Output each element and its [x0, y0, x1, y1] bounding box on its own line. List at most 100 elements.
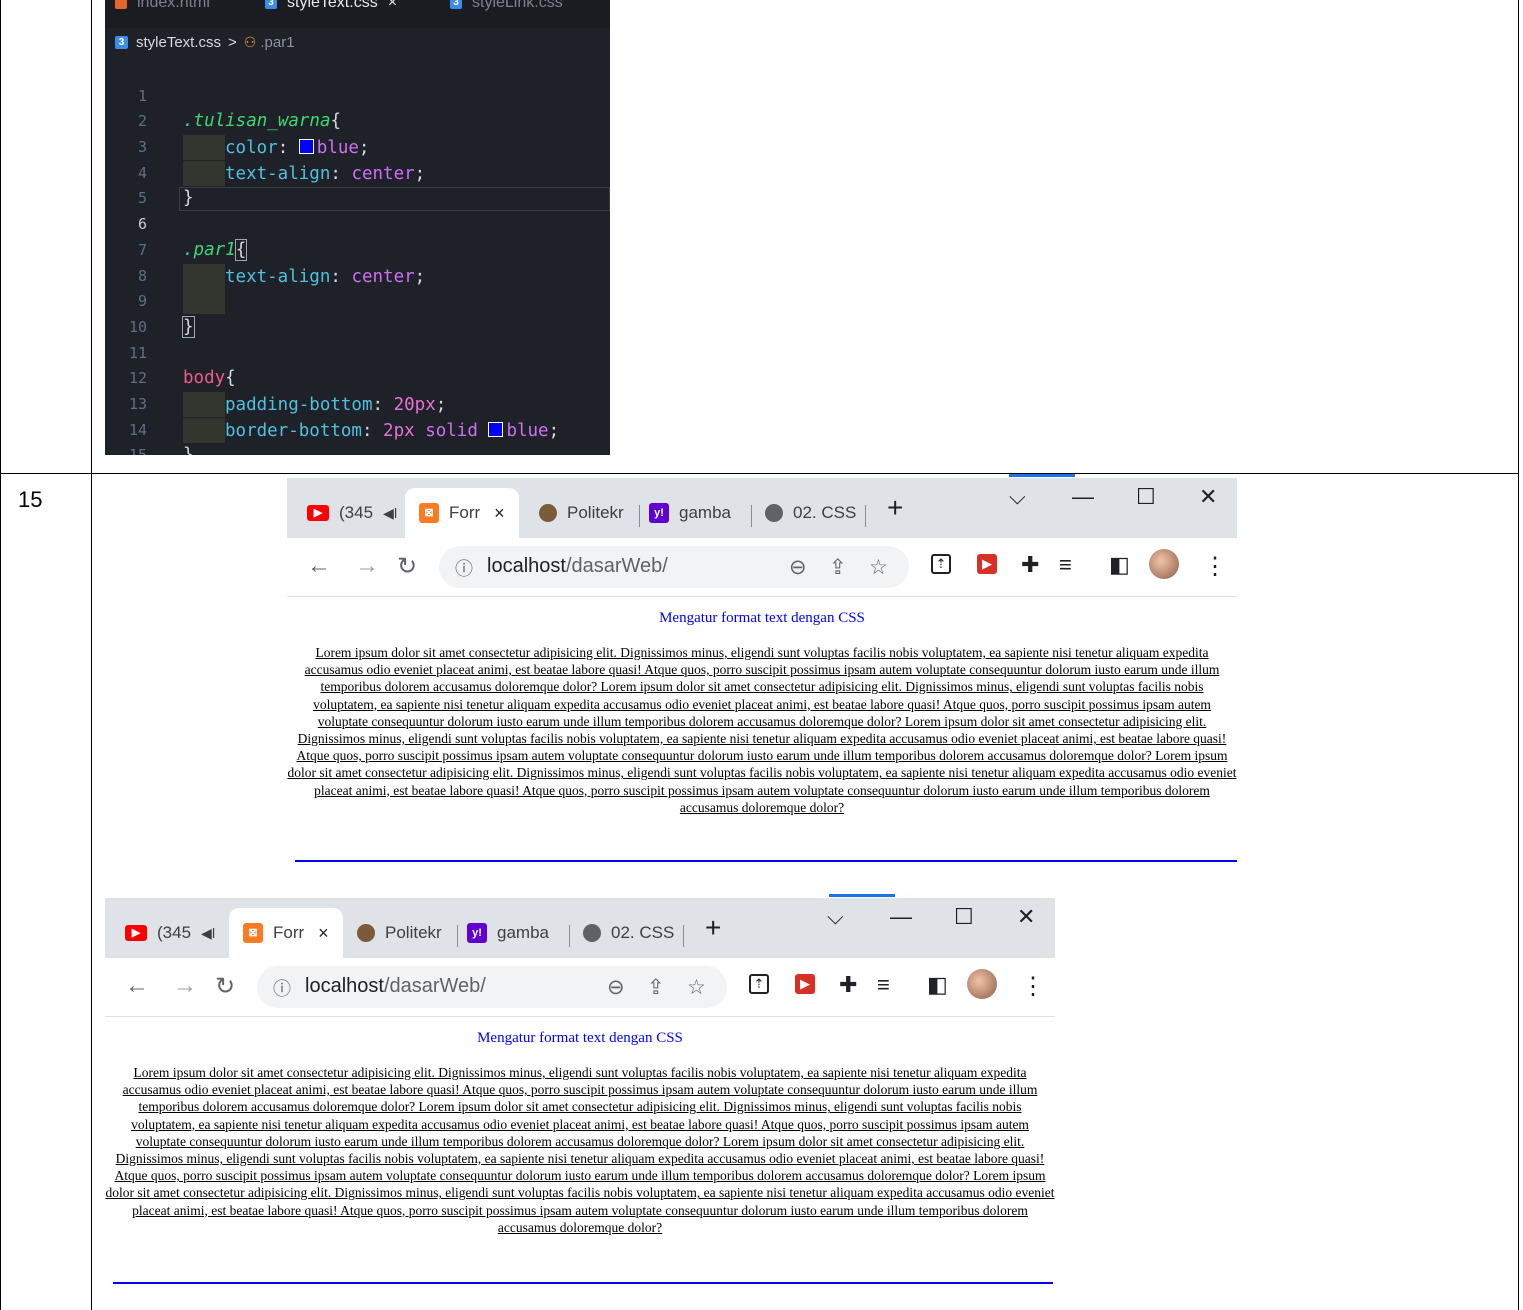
tab-xampp[interactable]: ⊠ Forr × — [229, 908, 343, 958]
code-line: 1 .tulisan_warna{ — [105, 58, 610, 132]
yahoo-icon: y! — [467, 923, 487, 943]
address-bar[interactable]: ⓘ localhost/dasarWeb/ ⊖ ⇪ ☆ — [257, 966, 727, 1008]
tab-separator — [683, 925, 684, 947]
reload-icon[interactable]: ↻ — [215, 972, 235, 1001]
tab-separator — [751, 505, 752, 527]
code-line: 12 padding-bottom: 20px; — [105, 341, 610, 417]
selector-icon: ⚇ — [243, 34, 257, 50]
tab-xampp[interactable]: ⊠ Forr × — [405, 488, 519, 538]
editor-tab-styletext-css[interactable]: 3 styleText.css × — [265, 0, 397, 18]
info-icon[interactable]: ⓘ — [273, 975, 291, 1001]
breadcrumb-file[interactable]: styleText.css — [136, 34, 221, 51]
row-number: 15 — [18, 487, 43, 512]
tab-youtube[interactable]: ▶ (345 ◀ǀ — [125, 908, 215, 958]
close-icon[interactable]: × — [388, 0, 397, 12]
menu-icon[interactable]: ⋮ — [1021, 972, 1045, 1001]
breadcrumb-selector[interactable]: .par1 — [260, 34, 294, 51]
info-icon[interactable]: ⓘ — [455, 555, 473, 581]
code-line: 4 } — [105, 135, 610, 209]
yahoo-icon: y! — [649, 503, 669, 523]
media-icon[interactable]: ≡ — [1059, 552, 1072, 578]
window-accent — [829, 894, 895, 897]
code-line: 8 — [105, 238, 610, 315]
tab-label: Forr — [273, 923, 305, 942]
code-line: 15 — [105, 418, 610, 455]
code-line: 11 body{ — [105, 315, 610, 389]
close-window-button[interactable]: ✕ — [1199, 484, 1217, 510]
back-icon[interactable]: ← — [307, 552, 331, 580]
table-border-right — [1518, 0, 1519, 1310]
side-panel-icon[interactable]: ◧ — [1109, 552, 1130, 578]
tab-css[interactable]: 02. CSS — [583, 908, 674, 958]
tab-label: (345 — [339, 503, 374, 522]
chevron-down-icon[interactable]: ⌵ — [827, 904, 844, 930]
chevron-down-icon[interactable]: ⌵ — [1009, 484, 1026, 510]
maximize-button[interactable]: ☐ — [954, 904, 974, 930]
breadcrumb-separator: > — [228, 34, 237, 51]
tab-separator — [569, 925, 570, 947]
extension-video-icon[interactable]: ▶ — [795, 974, 815, 994]
tab-label: Politekr — [385, 923, 442, 942]
code-area[interactable]: 1 .tulisan_warna{ 2 color: blue; 3 text-… — [105, 58, 610, 455]
tab-yahoo[interactable]: y! gamba — [467, 908, 549, 958]
youtube-icon: ▶ — [125, 925, 147, 941]
avatar[interactable] — [1149, 549, 1179, 579]
extension-video-icon[interactable]: ▶ — [977, 554, 997, 574]
share-icon[interactable]: ⇪ — [829, 555, 847, 580]
tab-strip: ▶ (345 ◀ǀ ⊠ Forr × Politekr y! gamba 02.… — [105, 898, 1055, 958]
zoom-icon[interactable]: ⊖ — [607, 975, 625, 1000]
tab-politeknik[interactable]: Politekr — [357, 908, 442, 958]
back-icon[interactable]: ← — [125, 972, 149, 1000]
speaker-icon[interactable]: ◀ǀ — [201, 925, 215, 942]
puzzle-icon[interactable]: ✚ — [1021, 552, 1039, 578]
speaker-icon[interactable]: ◀ǀ — [383, 505, 397, 522]
star-icon[interactable]: ☆ — [869, 555, 888, 580]
media-icon[interactable]: ≡ — [877, 972, 890, 998]
browser-toolbar: ← → ↻ ⓘ localhost/dasarWeb/ ⊖ ⇪ ☆ ⇡ ▶ ✚ … — [105, 958, 1055, 1017]
globe-icon — [583, 924, 601, 942]
css-file-icon: 3 — [115, 36, 128, 49]
tab-label: 02. CSS — [611, 923, 675, 942]
tab-label: Forr — [449, 503, 481, 522]
code-line: 10 — [105, 289, 610, 336]
zoom-icon[interactable]: ⊖ — [789, 555, 807, 580]
close-icon[interactable]: × — [494, 503, 505, 524]
line-number: 15 — [105, 443, 147, 455]
new-tab-button[interactable]: + — [887, 492, 903, 524]
breadcrumb: 3 styleText.css > ⚇ .par1 — [115, 34, 295, 51]
puzzle-icon[interactable]: ✚ — [839, 972, 857, 998]
body-border-bottom — [295, 860, 1237, 862]
editor-tab-label: styleLink.css — [472, 0, 563, 11]
code-line: 5 — [105, 161, 610, 207]
tab-youtube[interactable]: ▶ (345 ◀ǀ — [307, 488, 397, 538]
tab-label: gamba — [497, 923, 549, 942]
minimize-button[interactable]: — — [1072, 484, 1094, 510]
tab-css[interactable]: 02. CSS — [765, 488, 856, 538]
tab-politeknik[interactable]: Politekr — [539, 488, 624, 538]
xampp-icon: ⊠ — [419, 503, 439, 523]
minimize-button[interactable]: — — [890, 904, 912, 930]
maximize-button[interactable]: ☐ — [1136, 484, 1156, 510]
code-line: 14 } — [105, 392, 610, 455]
close-icon[interactable]: × — [318, 923, 329, 944]
star-icon[interactable]: ☆ — [687, 975, 706, 1000]
tab-yahoo[interactable]: y! gamba — [649, 488, 731, 538]
tab-label: gamba — [679, 503, 731, 522]
editor-tab-label: index.html — [137, 0, 210, 11]
menu-icon[interactable]: ⋮ — [1203, 552, 1227, 581]
globe-icon — [765, 504, 783, 522]
address-bar[interactable]: ⓘ localhost/dasarWeb/ ⊖ ⇪ ☆ — [439, 546, 909, 588]
new-tab-button[interactable]: + — [705, 912, 721, 944]
share-icon[interactable]: ⇪ — [647, 975, 665, 1000]
editor-tab-index-html[interactable]: index.html — [115, 0, 210, 18]
forward-icon[interactable]: → — [355, 552, 379, 580]
extension-upload-icon[interactable]: ⇡ — [931, 554, 951, 574]
avatar[interactable] — [967, 969, 997, 999]
forward-icon[interactable]: → — [173, 972, 197, 1000]
editor-tab-stylelink-css[interactable]: 3 styleLink.css — [450, 0, 563, 18]
extension-upload-icon[interactable]: ⇡ — [749, 974, 769, 994]
close-window-button[interactable]: ✕ — [1017, 904, 1035, 930]
reload-icon[interactable]: ↻ — [397, 552, 417, 581]
side-panel-icon[interactable]: ◧ — [927, 972, 948, 998]
xampp-icon: ⊠ — [243, 923, 263, 943]
